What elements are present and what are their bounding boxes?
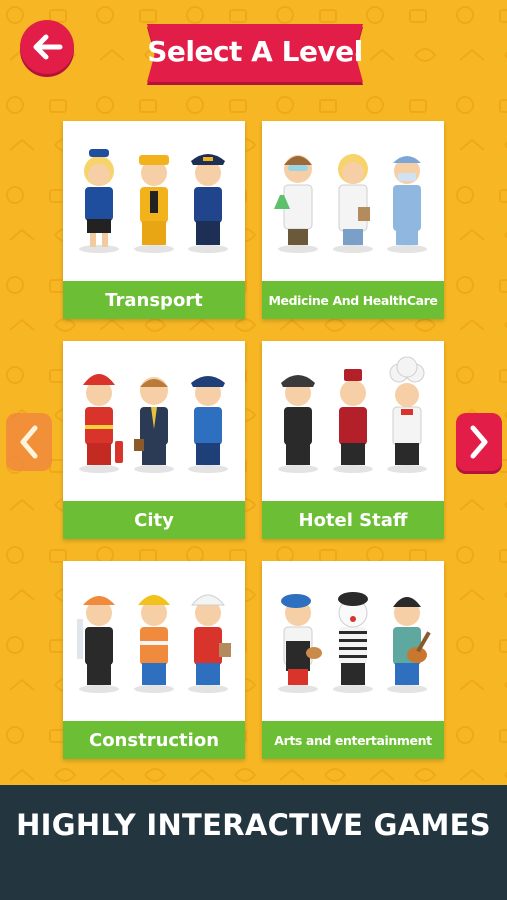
arts-characters-illustration — [278, 592, 431, 693]
level-label: Transport — [63, 281, 245, 319]
level-card-construction[interactable]: Construction — [63, 561, 245, 759]
level-card-arts-entertainment[interactable]: Arts and entertainment — [262, 561, 444, 759]
transport-characters-illustration — [79, 149, 228, 253]
level-card-hotel-staff[interactable]: Hotel Staff — [262, 341, 444, 539]
next-page-button[interactable] — [456, 413, 502, 471]
page-title: Select A Level — [147, 34, 363, 68]
footer-banner — [0, 785, 507, 900]
level-label: Medicine And HealthCare — [262, 281, 444, 319]
construction-characters-illustration — [77, 594, 231, 693]
chevron-right-icon — [470, 425, 488, 459]
level-label: Hotel Staff — [262, 501, 444, 539]
hotel-staff-characters-illustration — [278, 356, 427, 473]
arrow-left-icon — [33, 34, 63, 60]
title-banner: Select A Level — [135, 20, 375, 86]
city-characters-illustration — [79, 374, 228, 473]
level-label: Construction — [63, 721, 245, 759]
previous-page-button[interactable] — [6, 413, 52, 471]
level-card-transport[interactable]: Transport — [63, 121, 245, 319]
level-card-medicine[interactable]: Medicine And HealthCare — [262, 121, 444, 319]
level-card-city[interactable]: City — [63, 341, 245, 539]
level-label: City — [63, 501, 245, 539]
chevron-left-icon — [20, 425, 38, 459]
level-label: Arts and entertainment — [262, 721, 444, 759]
back-button[interactable] — [20, 20, 74, 74]
medicine-characters-illustration — [274, 154, 427, 253]
footer-tagline: HIGHLY INTERACTIVE GAMES — [16, 808, 491, 842]
